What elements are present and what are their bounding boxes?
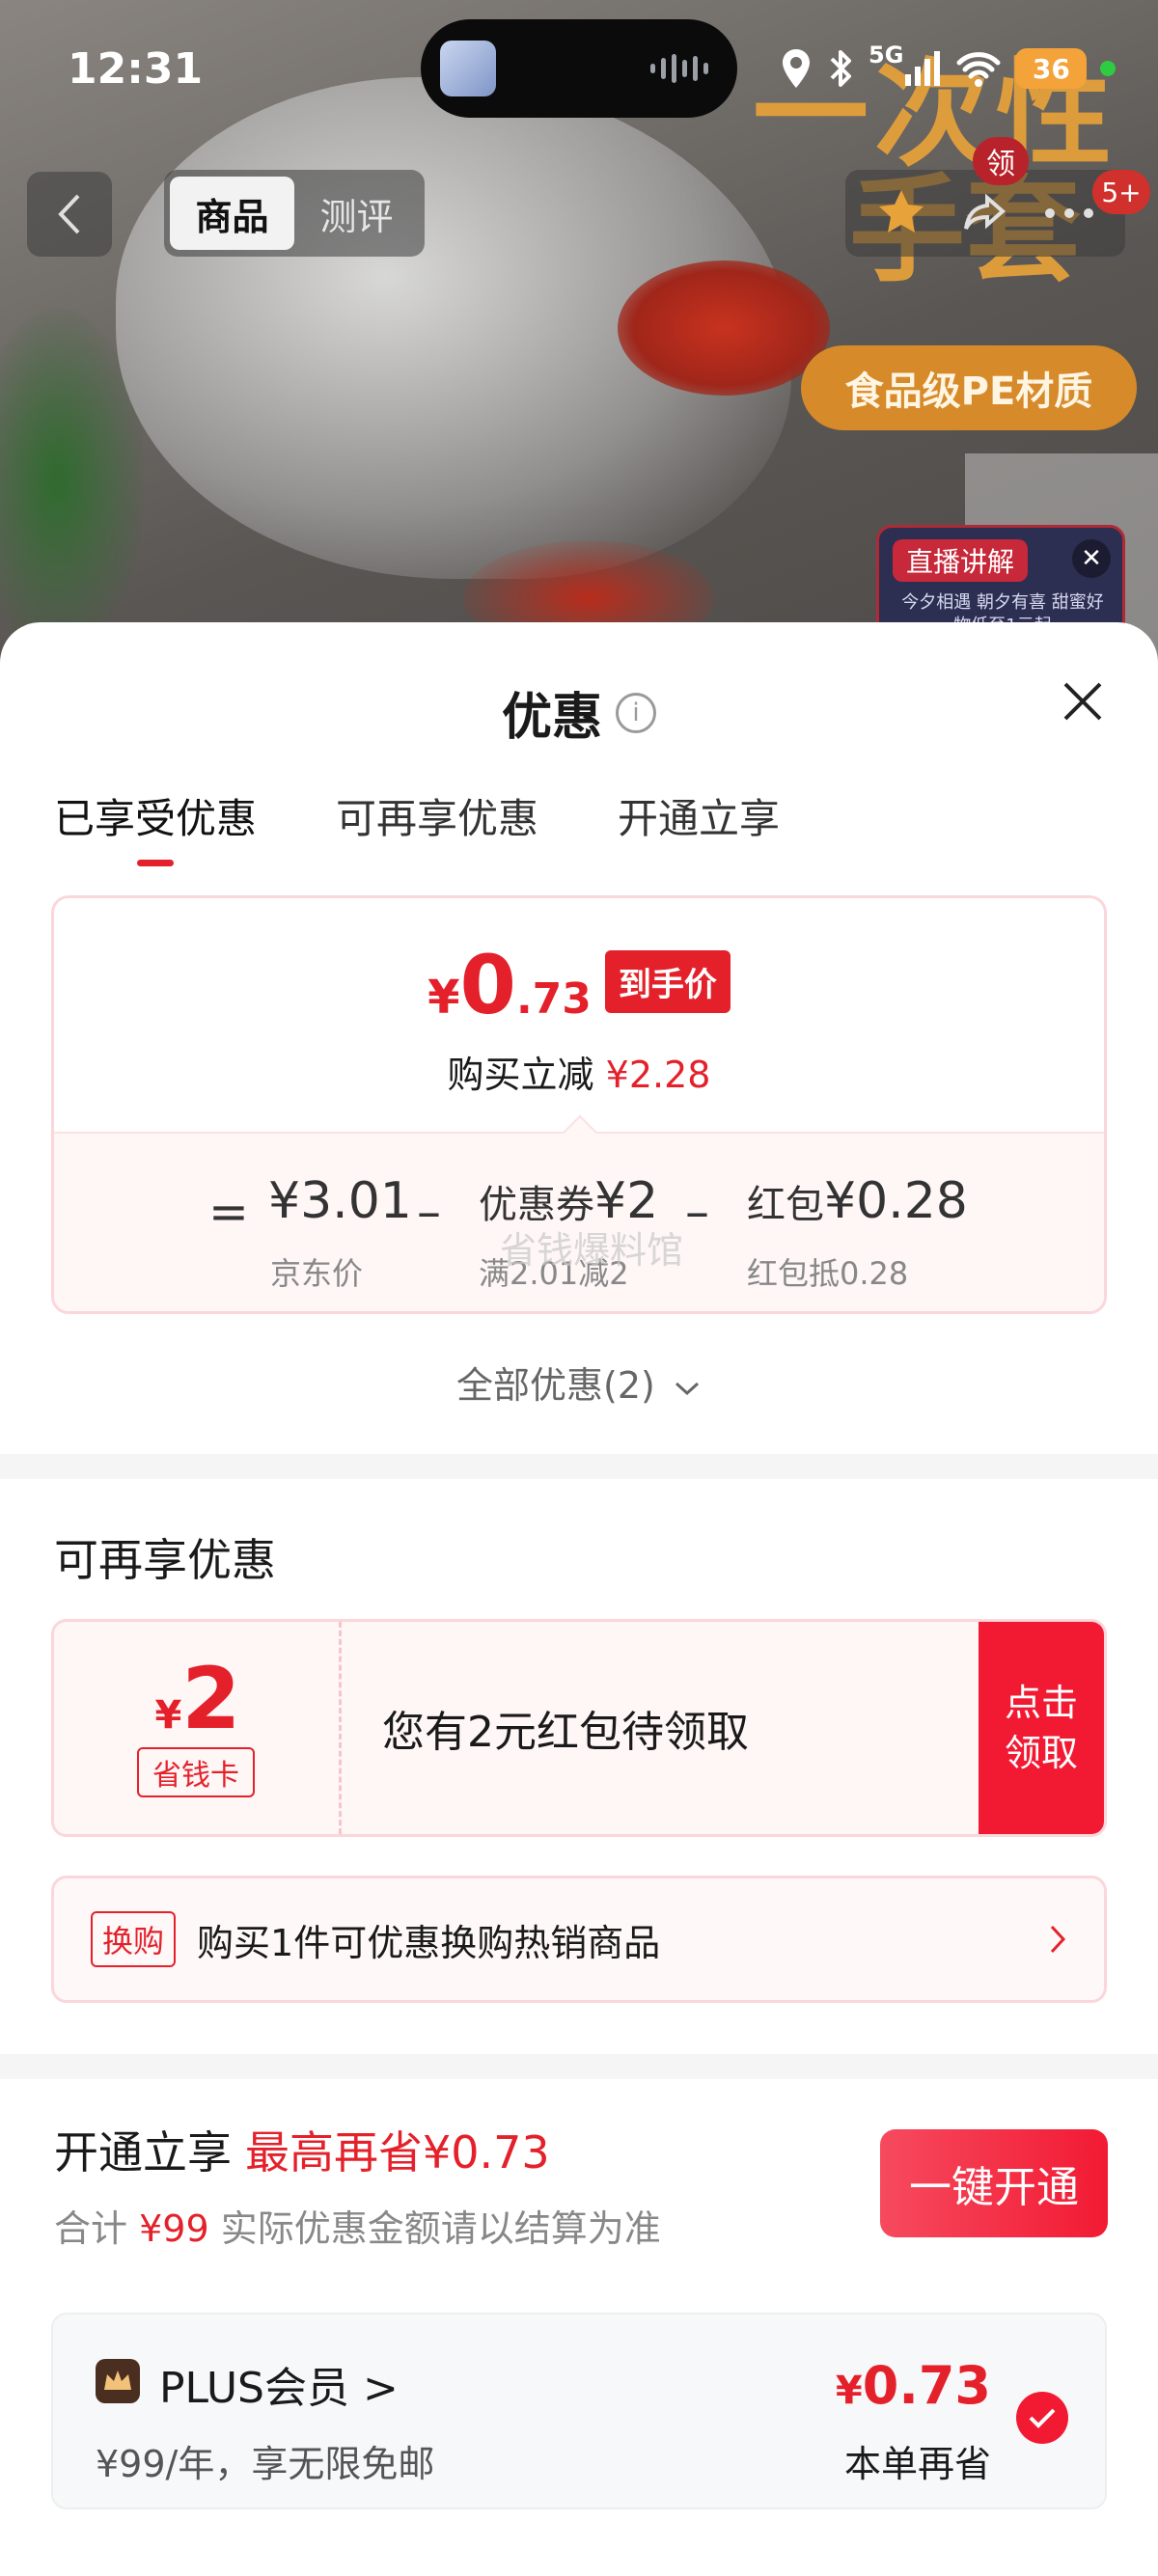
redpack-label: 红包 [747, 1183, 824, 1227]
battery-indicator: 36 [1015, 48, 1088, 89]
member-sub-prefix: 合计 [54, 2207, 128, 2250]
chevron-left-icon [58, 194, 80, 234]
plus-price-value: 0.73 [862, 2355, 991, 2416]
minus-sign-2: – [685, 1184, 709, 1240]
crayfish-image [618, 260, 830, 396]
minus-sign: – [417, 1184, 441, 1240]
plus-member-card[interactable]: PLUS会员 > ¥99/年，享无限免邮 ¥0.73 本单再省 [51, 2313, 1107, 2509]
jd-price: ¥3.01 [268, 1172, 412, 1230]
network-type: 5G [868, 41, 904, 69]
price-yen: ¥ [427, 971, 460, 1025]
coupon-value: ¥2 [54, 1657, 342, 1741]
final-price-card: ¥ 0 .73 到手价 购买立减 ¥2.28 = ¥3.01 京东价 – 优惠券… [51, 895, 1107, 1314]
offers-sheet: 优惠 i 已享受优惠 可再享优惠 开通立享 ¥ 0 .73 到手价 购买立减 ¥… [0, 622, 1158, 2576]
checkbox-checked-icon[interactable] [1016, 2392, 1068, 2444]
share-icon[interactable] [958, 186, 1012, 240]
close-icon [1063, 682, 1102, 721]
coupon-badge[interactable]: 领 [973, 137, 1029, 185]
claim-coupon-button[interactable]: 点击领取 [979, 1622, 1104, 1834]
info-icon[interactable]: i [616, 692, 656, 733]
island-app-icon [440, 41, 496, 96]
reduction-label: 购买立减 [447, 1054, 594, 1096]
price-breakdown: = ¥3.01 京东价 – 优惠券¥2 满2.01减2 – 红包¥0.28 红包… [54, 1132, 1104, 1311]
equals-sign: = [208, 1184, 249, 1240]
message-count-badge: 5+ [1092, 170, 1150, 214]
plus-saving-label: 本单再省 [843, 2443, 991, 2485]
signal-icon [905, 51, 941, 86]
sheet-title-row: 优惠 i [0, 676, 1158, 749]
product-tabs: 商品 测评 [164, 170, 425, 257]
tab-review[interactable]: 测评 [294, 177, 419, 250]
member-total-note: 合计 ¥99 实际优惠金额请以结算为准 [54, 2199, 661, 2252]
coupon-yen: ¥ [154, 1693, 182, 1738]
tab-open-offers[interactable]: 开通立享 [618, 786, 780, 854]
bluetooth-icon [830, 50, 851, 87]
jd-price-label: 京东价 [270, 1255, 364, 1292]
price-summary: ¥ 0 .73 到手价 购买立减 ¥2.28 [54, 898, 1104, 1132]
member-offer-title: 开通立享 最高再省¥0.73 [54, 2118, 550, 2181]
back-button[interactable] [27, 172, 112, 257]
all-offers-label: 全部优惠(2) [456, 1364, 655, 1407]
price-integer: 0 [459, 938, 516, 1032]
sheet-title: 优惠 [501, 689, 602, 747]
close-button[interactable] [1054, 672, 1112, 730]
redpack-deduction: 红包¥0.28 [747, 1172, 968, 1230]
member-total-amount: ¥99 [139, 2207, 209, 2250]
chevron-right-icon [1050, 1925, 1066, 1954]
exchange-tag: 换购 [91, 1911, 177, 1967]
redpack-amount: ¥0.28 [824, 1172, 968, 1230]
plus-member-name[interactable]: PLUS会员 > [159, 2353, 399, 2415]
product-actions [845, 170, 1125, 257]
more-icon[interactable] [1042, 204, 1096, 223]
location-icon [783, 49, 810, 88]
active-tab-indicator [137, 860, 174, 866]
final-price: ¥ 0 .73 到手价 [54, 945, 1104, 1030]
member-title-label: 开通立享 [54, 2126, 232, 2179]
coupon-value-area: ¥2 省钱卡 [54, 1622, 342, 1834]
tab-more-offers[interactable]: 可再享优惠 [336, 786, 538, 854]
redpack-coupon-card: ¥2 省钱卡 您有2元红包待领取 点击领取 [51, 1619, 1107, 1837]
instant-reduction: 购买立减 ¥2.28 [54, 1045, 1104, 1098]
status-time: 12:31 [68, 44, 204, 94]
privacy-dot-icon [1100, 61, 1117, 76]
wifi-icon [956, 52, 1001, 87]
tab-product[interactable]: 商品 [170, 177, 294, 250]
all-offers-toggle[interactable]: 全部优惠(2) [0, 1356, 1158, 1409]
plus-saving-amount: ¥0.73 [836, 2355, 991, 2416]
live-close-button[interactable]: ✕ [1072, 539, 1111, 578]
coupon-description: 您有2元红包待领取 [382, 1708, 749, 1757]
chevron-down-icon [675, 1382, 699, 1396]
material-tag: 食品级PE材质 [801, 345, 1137, 430]
crown-icon [96, 2359, 140, 2403]
watermark: 省钱爆料馆 [500, 1229, 684, 1272]
plus-yen: ¥ [835, 2369, 863, 2413]
exchange-offer-row[interactable]: 换购 购买1件可优惠换购热销商品 [51, 1876, 1107, 2003]
one-click-open-button[interactable]: 一键开通 [880, 2129, 1108, 2237]
coupon-kind-badge: 省钱卡 [137, 1747, 255, 1797]
offer-tabs: 已享受优惠 可再享优惠 开通立享 [54, 786, 780, 854]
member-max-saving: 最高再省¥0.73 [245, 2126, 550, 2179]
section-divider-2 [0, 2054, 1158, 2079]
star-icon[interactable] [874, 186, 928, 240]
redpack-rule: 红包抵0.28 [747, 1255, 909, 1292]
tab-enjoyed-offers[interactable]: 已享受优惠 [54, 786, 257, 854]
more-offers-title: 可再享优惠 [54, 1534, 276, 1586]
status-icons: 5G 36 [780, 35, 1117, 102]
final-price-tag: 到手价 [604, 950, 731, 1013]
dynamic-island [421, 19, 737, 118]
exchange-text: 购买1件可优惠换购热销商品 [197, 1921, 661, 1964]
reduction-amount: ¥2.28 [605, 1054, 711, 1096]
coupon-amount-number: 2 [181, 1649, 241, 1748]
price-decimal: .73 [515, 974, 592, 1024]
section-divider [0, 1454, 1158, 1479]
plus-member-desc: ¥99/年，享无限免邮 [96, 2443, 435, 2485]
audio-wave-icon [650, 54, 708, 83]
live-label: 直播讲解 [893, 539, 1029, 582]
member-sub-suffix: 实际优惠金额请以结算为准 [220, 2207, 661, 2250]
